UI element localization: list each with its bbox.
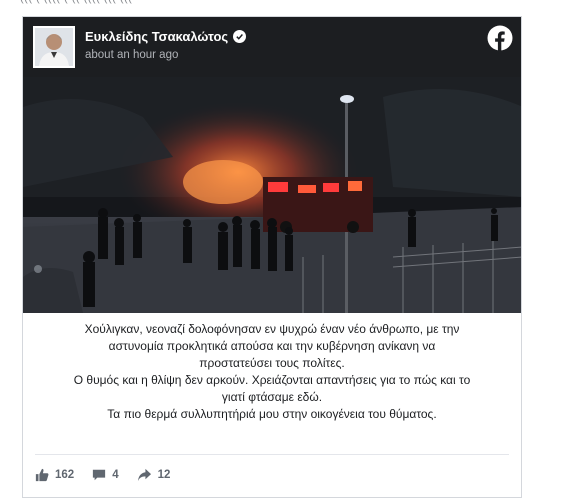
- post-text-line: γιατί φτάσαμε εδώ.: [221, 390, 323, 404]
- author-name[interactable]: Ευκλείδης Τσακαλώτος: [85, 29, 228, 44]
- like-button[interactable]: 162: [35, 468, 74, 482]
- post-text-line: Χούλιγκαν, νεοναζί δολοφόνησαν εν ψυχρώ …: [84, 322, 460, 336]
- post-text-line: αστυνομία προκλητικά απούσα και την κυβέ…: [108, 339, 436, 353]
- comment-count: 4: [112, 469, 119, 481]
- like-count: 162: [55, 469, 75, 481]
- facebook-post-embed: Ευκλείδης Τσακαλώτος about an hour ago Χ…: [22, 16, 522, 498]
- post-text-line: Τα πιο θερμά συλλυπητήριά μου στην οικογ…: [107, 407, 437, 421]
- avatar[interactable]: [33, 26, 75, 68]
- verified-check-icon: [233, 30, 247, 43]
- comment-button[interactable]: 4: [92, 468, 119, 482]
- top-text-fragment: ((( ( (((( ( (( (((( ((( (((: [20, 0, 540, 6]
- share-count: 12: [157, 469, 171, 481]
- share-button[interactable]: 12: [137, 468, 171, 482]
- post-text-line: προστατεύσει τους πολίτες.: [199, 356, 345, 370]
- divider: [35, 454, 509, 455]
- share-arrow-icon: [137, 468, 152, 482]
- post-photo[interactable]: [23, 77, 521, 313]
- facebook-logo-icon[interactable]: [487, 25, 513, 51]
- comment-bubble-icon: [92, 468, 106, 482]
- post-timestamp[interactable]: about an hour ago: [85, 49, 178, 61]
- post-text: Χούλιγκαν, νεοναζί δολοφόνησαν εν ψυχρώ …: [23, 321, 521, 423]
- thumbs-up-icon: [35, 468, 49, 482]
- post-header: Ευκλείδης Τσακαλώτος about an hour ago: [23, 17, 521, 77]
- engagement-bar: 162 4 12: [35, 468, 170, 482]
- post-text-line: Ο θυμός και η θλίψη δεν αρκούν. Χρειάζον…: [73, 373, 471, 387]
